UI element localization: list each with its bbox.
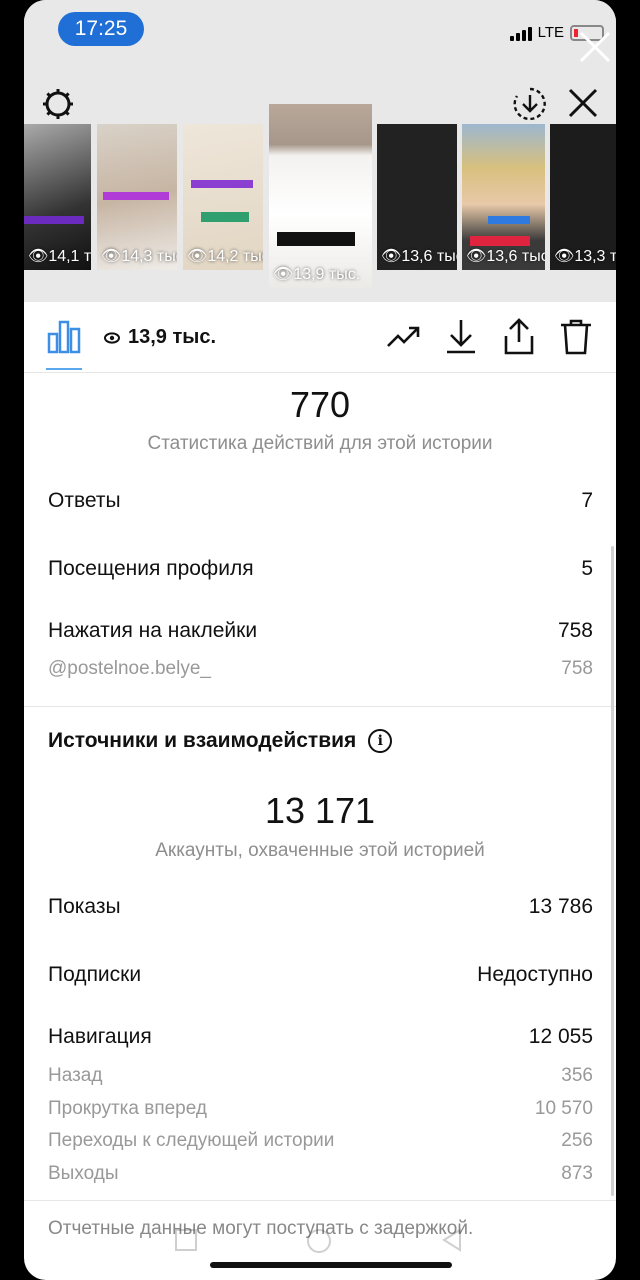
stat-label: Ответы [48, 489, 121, 512]
stat-value: 356 [561, 1065, 593, 1086]
info-icon[interactable]: i [368, 729, 393, 753]
stat-row-exits: Выходы 873 [48, 1163, 593, 1185]
stat-label: Переходы к следующей истории [48, 1130, 335, 1151]
stat-value: 5 [581, 557, 593, 580]
stat-value: 758 [557, 619, 593, 642]
stat-row-navigation: Навигация 12 055 [48, 1025, 593, 1049]
share-icon[interactable] [502, 318, 536, 356]
scrollbar[interactable] [611, 546, 614, 1196]
delete-trash-icon[interactable] [559, 318, 593, 356]
stat-row-impressions: Показы 13 786 [48, 895, 593, 919]
eye-icon: 👁 [273, 266, 294, 283]
network-label: LTE [537, 24, 564, 41]
reach-section-title: Источники и взаимодействия i [48, 729, 393, 753]
story-thumbnail-current[interactable]: 👁13,9 тыс. [269, 104, 372, 288]
stat-label: Назад [48, 1065, 103, 1086]
stat-label: Показы [48, 895, 121, 918]
stat-label: Посещения профиля [48, 557, 254, 580]
stat-value: 12 055 [528, 1025, 593, 1048]
stat-label: Нажатия на наклейки [48, 619, 258, 642]
stories-header: 17:25 LTE 👁14,1 тыс [24, 0, 616, 302]
reach-total: 13 171 [264, 790, 376, 831]
eye-icon: 👁 [554, 248, 575, 265]
story-thumbnail[interactable]: 👁14,2 тыс [183, 124, 263, 270]
stat-row-sticker-taps: Нажатия на наклейки 758 [48, 619, 593, 643]
nav-square-icon [175, 1229, 197, 1251]
views-count-label: 13,9 тыс. [128, 326, 217, 348]
stat-row-profile-visits: Посещения профиля 5 [48, 557, 593, 581]
stat-row-sticker-account[interactable]: @postelnoe.belye_ 758 [48, 658, 593, 680]
story-thumbnail[interactable]: 👁14,3 тыс [97, 124, 177, 270]
stat-value: 758 [561, 658, 593, 679]
nav-circle-icon [307, 1229, 331, 1253]
active-tab-indicator [46, 368, 82, 370]
signal-icon [509, 25, 532, 41]
eye-icon: 👁 [28, 248, 49, 265]
thumbnail-views: 👁14,3 тыс [101, 248, 177, 265]
stat-value: 7 [581, 489, 593, 512]
stat-row-next-story: Переходы к следующей истории 256 [48, 1130, 593, 1152]
stat-label: Навигация [48, 1025, 152, 1048]
actions-total: 770 [289, 384, 351, 425]
section-title-label: Источники и взаимодействия [48, 729, 357, 752]
insights-toolbar: 13,9 тыс. [24, 302, 616, 373]
thumbnail-views: 👁13,3 тыс [554, 248, 616, 265]
story-thumbnail[interactable]: 👁13,6 тыс [377, 124, 457, 270]
stat-value: 10 570 [534, 1098, 593, 1119]
thumbnail-views: 👁14,2 тыс [187, 248, 263, 265]
footer-note: Отчетные данные могут поступать с задерж… [48, 1218, 474, 1239]
trending-icon[interactable] [386, 324, 422, 352]
stat-value: 13 786 [528, 895, 593, 918]
stat-value: 256 [561, 1130, 593, 1151]
stat-label: Подписки [48, 963, 142, 986]
stat-value: Недоступно [477, 963, 593, 986]
stat-row-follows: Подписки Недоступно [48, 963, 593, 987]
home-indicator[interactable] [210, 1262, 452, 1268]
download-icon[interactable] [444, 318, 478, 354]
story-thumbnails: 👁14,1 тыс 👁14,3 тыс 👁14,2 тыс 👁13,9 тыс.… [24, 104, 616, 288]
thumbnail-views: 👁13,9 тыс. [273, 266, 361, 283]
status-time: 17:25 [58, 12, 144, 46]
close-overlay-icon[interactable] [578, 30, 612, 64]
views-count: 13,9 тыс. [104, 326, 216, 349]
stat-value: 873 [561, 1163, 593, 1184]
close-icon[interactable] [566, 86, 600, 120]
story-thumbnail[interactable]: 👁14,1 тыс [24, 124, 91, 270]
eye-icon: 👁 [101, 248, 122, 265]
reach-caption: Аккаунты, охваченные этой историей [155, 840, 485, 861]
insights-bar-chart-icon[interactable] [46, 318, 82, 354]
eye-icon: 👁 [187, 248, 208, 265]
thumbnail-views: 👁14,1 тыс [28, 248, 91, 265]
stats-sheet: 17:25 LTE 👁14,1 тыс [24, 0, 616, 1280]
nav-back-icon [442, 1228, 461, 1252]
thumbnail-views: 👁13,6 тыс [381, 248, 457, 265]
eye-icon: 👁 [381, 248, 402, 265]
save-download-icon[interactable] [512, 86, 548, 122]
stat-row-forward: Прокрутка вперед 10 570 [48, 1098, 593, 1120]
settings-gear-icon[interactable] [40, 86, 76, 122]
actions-caption: Статистика действий для этой истории [147, 433, 493, 454]
eye-icon [104, 331, 120, 344]
thumbnail-views: 👁13,6 тыс [466, 248, 545, 265]
stat-label: Выходы [48, 1163, 119, 1184]
stat-row-back: Назад 356 [48, 1065, 593, 1087]
divider [24, 706, 616, 707]
eye-icon: 👁 [466, 248, 487, 265]
stat-label: Прокрутка вперед [48, 1098, 207, 1119]
story-thumbnail[interactable]: 👁13,3 тыс [550, 124, 616, 270]
stat-row-replies: Ответы 7 [48, 489, 593, 513]
divider [24, 1200, 616, 1201]
stat-label: @postelnoe.belye_ [48, 658, 211, 679]
story-thumbnail[interactable]: 👁13,6 тыс [462, 124, 545, 270]
